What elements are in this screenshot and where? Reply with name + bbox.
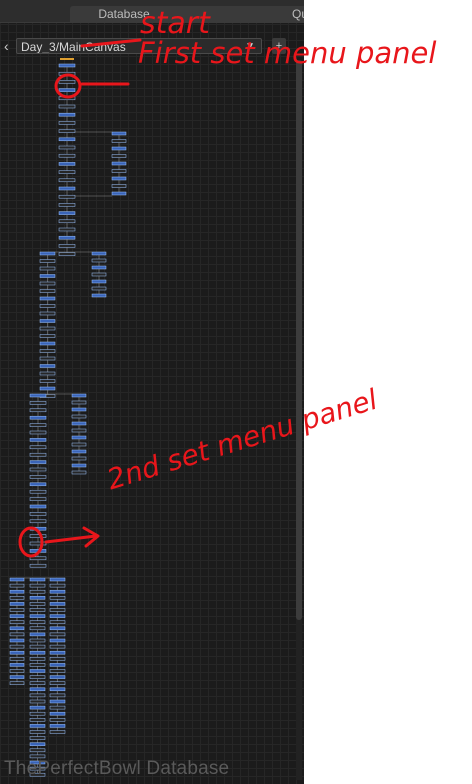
annotation-circle-first — [54, 73, 82, 99]
annotation-layer — [18, 38, 142, 558]
annotation-arrow-second — [44, 526, 100, 548]
annotation-circle-second — [18, 526, 44, 558]
annotation-start-line — [80, 38, 142, 48]
